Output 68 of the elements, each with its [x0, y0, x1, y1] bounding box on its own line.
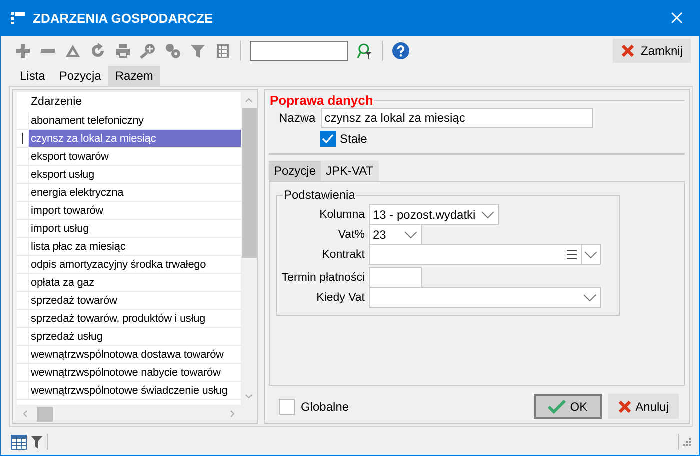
- list-row[interactable]: sprzedaż towarów: [29, 292, 241, 310]
- list-row[interactable]: opłata za gaz: [29, 274, 241, 292]
- tab[interactable]: Pozycje: [269, 161, 322, 181]
- triangle-icon[interactable]: [65, 43, 81, 59]
- list-row[interactable]: wewnątrzwspólnotowe nabycie towarów: [29, 364, 241, 382]
- scroll-thumb[interactable]: [242, 108, 256, 258]
- filter-icon[interactable]: [31, 435, 43, 449]
- search-filter-icon[interactable]: [357, 43, 373, 59]
- list-row[interactable]: sprzedaż usług: [29, 328, 241, 346]
- close-icon: [620, 44, 635, 58]
- column-header[interactable]: Zdarzenie: [29, 92, 241, 112]
- close-icon: [618, 400, 632, 414]
- list-row[interactable]: energia elektryczna: [29, 184, 241, 202]
- refresh-icon[interactable]: [90, 43, 106, 59]
- tab[interactable]: Lista: [13, 66, 52, 86]
- list-row[interactable]: eksport usług: [29, 166, 241, 184]
- help-icon[interactable]: [392, 42, 410, 60]
- tab[interactable]: JPK-VAT: [321, 161, 379, 181]
- list-row[interactable]: wewnątrzwspólnotowe świadczenie usług: [29, 382, 241, 400]
- columns-icon[interactable]: [215, 43, 231, 59]
- field-label: Termin płatności: [280, 272, 365, 284]
- list-row[interactable]: czynsz za lokal za miesiąc: [29, 130, 241, 148]
- caret-icon[interactable]: [404, 230, 418, 238]
- search-field[interactable]: [250, 41, 348, 61]
- gears-icon[interactable]: [165, 43, 181, 59]
- scroll-thumb[interactable]: [37, 406, 53, 422]
- tab[interactable]: Razem: [108, 66, 160, 86]
- dropdown-field[interactable]: 23: [369, 224, 422, 245]
- lookup-field[interactable]: [369, 244, 601, 265]
- list-row[interactable]: wewnątrzwspólnotowa dostawa towarów: [29, 346, 241, 364]
- field-label: Kiedy Vat: [316, 292, 365, 304]
- field-label: Vat%: [337, 228, 365, 240]
- list-row[interactable]: lista płac za miesiąc: [29, 238, 241, 256]
- group-title: Podstawienia: [283, 188, 356, 202]
- list-row[interactable]: sprzedaż towarów, produktów i usług: [29, 310, 241, 328]
- checkbox-label: Globalne: [301, 400, 350, 414]
- list-row[interactable]: odpis amortyzacyjny środka trwałego: [29, 256, 241, 274]
- list-icon[interactable]: [567, 250, 577, 260]
- input-field[interactable]: [369, 267, 422, 288]
- caret-icon[interactable]: [584, 250, 598, 258]
- resize-grip-icon[interactable]: [683, 438, 691, 446]
- caret-icon[interactable]: [481, 210, 495, 218]
- tab[interactable]: Pozycja: [52, 66, 108, 86]
- window-title: ZDARZENIA GOSPODARCZE: [33, 10, 214, 26]
- checkbox[interactable]: [320, 131, 336, 147]
- field-label: Nazwa: [279, 111, 316, 125]
- cancel-button[interactable]: Anuluj: [608, 394, 679, 419]
- dropdown-field[interactable]: [369, 287, 601, 308]
- app-icon: [11, 11, 25, 25]
- grid-icon[interactable]: [11, 434, 27, 450]
- dropdown-field[interactable]: 13 - pozost.wydatki: [369, 204, 499, 225]
- field-label: Kolumna: [318, 208, 365, 220]
- check-icon: [548, 400, 566, 414]
- list-row[interactable]: import usług: [29, 220, 241, 238]
- caret-icon[interactable]: [583, 294, 597, 302]
- print-icon[interactable]: [115, 43, 131, 59]
- section-title: Poprawa danych: [269, 93, 374, 108]
- close-button[interactable]: Zamknij: [612, 39, 691, 63]
- list-row[interactable]: import towarów: [29, 202, 241, 220]
- name-field[interactable]: czynsz za lokal za miesiąc: [320, 108, 593, 128]
- checkbox-label: Stałe: [340, 132, 368, 146]
- field-label: Kontrakt: [321, 248, 365, 260]
- filter-icon[interactable]: [190, 43, 206, 59]
- zoom-icon[interactable]: [140, 43, 156, 59]
- plus-icon[interactable]: [15, 43, 31, 59]
- checkbox[interactable]: [279, 398, 295, 414]
- list-row[interactable]: eksport towarów: [29, 148, 241, 166]
- ok-button[interactable]: OK: [534, 394, 602, 419]
